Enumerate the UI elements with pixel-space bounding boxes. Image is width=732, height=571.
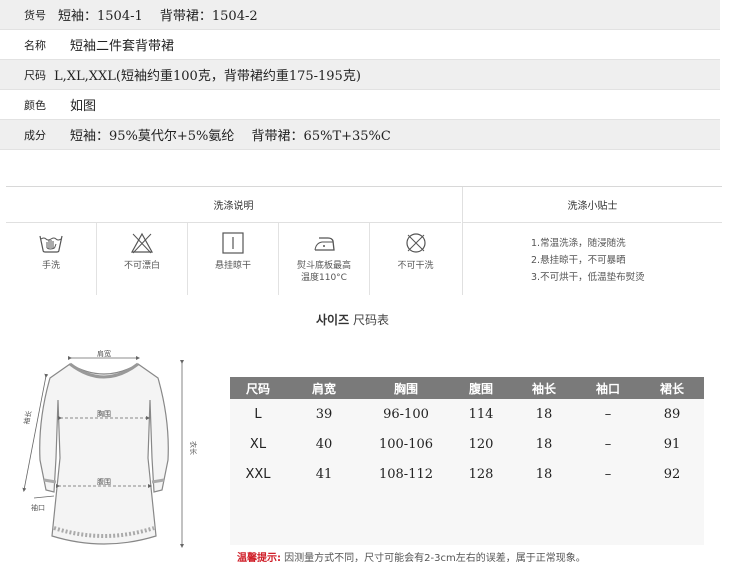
note-prefix: 温馨提示: xyxy=(237,553,281,564)
table-cell: 128 xyxy=(468,466,494,482)
info-row-color: 颜色 如图 xyxy=(0,90,720,120)
wash-label: 不可干洗 xyxy=(397,261,434,271)
wash-cell-no-dry-clean: 不可干洗 xyxy=(370,223,461,295)
table-cell: 40 xyxy=(315,436,333,452)
tip-item: 3.不可烘干，低温垫布熨烫 xyxy=(531,272,645,283)
table-cell: 18 xyxy=(535,406,553,422)
table-cell: 89 xyxy=(663,406,681,422)
table-cell: 108-112 xyxy=(378,466,434,482)
info-value: 短袖二件套背带裙 xyxy=(70,39,175,54)
info-label: 名称 xyxy=(24,38,46,52)
size-chart-title: 사이즈 尺码表 xyxy=(316,313,389,327)
info-row-item-number: 货号 短袖：1504-1 背带裙：1504-2 xyxy=(0,0,720,30)
garment-measurement-diagram: 肩宽 胸围 腹围 袖长 衣长 袖口 xyxy=(22,349,198,548)
info-value: L,XL,XXL(短袖约重100克，背带裙约重175-195克) xyxy=(54,69,361,84)
iron-icon xyxy=(314,237,335,251)
wash-label: 手洗 xyxy=(41,261,60,271)
hang-dry-icon xyxy=(222,232,244,254)
table-cell: XL xyxy=(249,436,267,452)
column-header: 裙长 xyxy=(659,381,684,396)
info-row-name: 名称 短袖二件套背带裙 xyxy=(0,30,720,60)
sleeve-label: 袖长 xyxy=(22,410,34,426)
wash-cell-iron: 熨斗底板最高 温度110°C xyxy=(279,223,370,295)
column-header: 胸围 xyxy=(393,381,418,396)
table-cell: L xyxy=(254,406,262,422)
table-cell: – xyxy=(604,436,612,452)
info-label: 尺码 xyxy=(24,68,46,82)
waist-label: 腹围 xyxy=(97,477,111,486)
info-label: 成分 xyxy=(24,128,46,142)
table-cell: – xyxy=(604,466,612,482)
size-table: 尺码 肩宽 胸围 腹围 袖长 袖口 裙长 L 39 96-100 114 18 … xyxy=(230,377,704,545)
wash-cell-hand-wash: 手洗 xyxy=(6,223,97,295)
info-label: 颜色 xyxy=(24,98,46,112)
wash-cell-hang-dry: 悬挂晾干 xyxy=(188,223,279,295)
table-row: L 39 96-100 114 18 – 89 xyxy=(230,399,704,429)
washing-tips-header: 洗涤小贴士 xyxy=(462,187,722,223)
table-row: XL 40 100-106 120 18 – 91 xyxy=(230,429,704,459)
column-header: 肩宽 xyxy=(311,381,336,396)
info-row-size: 尺码 L,XL,XXL(短袖约重100克，背带裙约重175-195克) xyxy=(0,60,720,90)
table-cell: 120 xyxy=(468,436,494,452)
table-cell: 100-106 xyxy=(378,436,434,452)
column-header: 袖口 xyxy=(595,381,620,396)
shoulder-label: 肩宽 xyxy=(97,349,111,358)
measurement-note: 温馨提示: 因测量方式不同，尺寸可能会有2-3cm左右的误差，属于正常现象。 xyxy=(237,549,586,564)
table-cell: 18 xyxy=(535,436,553,452)
note-text: 因测量方式不同，尺寸可能会有2-3cm左右的误差，属于正常现象。 xyxy=(281,553,586,564)
table-cell: 41 xyxy=(315,466,333,482)
table-cell: 91 xyxy=(663,436,681,452)
info-label: 货号 xyxy=(24,8,46,22)
info-value: 如图 xyxy=(70,99,97,114)
info-row-composition: 成分 短袖：95%莫代尔+5%氨纶 背带裙：65%T+35%C xyxy=(0,120,720,150)
table-row: XXL 41 108-112 128 18 – 92 xyxy=(230,459,704,489)
washing-header: 洗涤说明 xyxy=(6,187,461,223)
tip-item: 1.常温洗涤，随浸随洗 xyxy=(531,238,626,249)
tip-item: 2.悬挂晾干，不可暴晒 xyxy=(531,255,626,266)
cuff-label: 袖口 xyxy=(31,503,45,512)
wash-label: 悬挂晾干 xyxy=(214,261,251,271)
no-bleach-icon xyxy=(130,232,154,254)
table-cell: 92 xyxy=(663,466,681,482)
table-cell: 18 xyxy=(535,466,553,482)
table-cell: XXL xyxy=(245,466,271,482)
table-cell: 39 xyxy=(315,406,333,422)
column-header: 尺码 xyxy=(245,381,270,396)
product-info-table: 货号 短袖：1504-1 背带裙：1504-2 名称 短袖二件套背带裙 尺码 L… xyxy=(0,0,720,150)
no-dry-clean-icon xyxy=(405,233,426,253)
wash-cell-no-bleach: 不可漂白 xyxy=(97,223,188,295)
wash-label: 熨斗底板最高 温度110°C xyxy=(296,261,351,283)
washing-section: 洗涤说明 洗涤小贴士 手洗 不可漂白 悬挂晾干 熨斗底板最高 温度110°C 不… xyxy=(6,186,722,295)
length-label: 衣长 xyxy=(189,441,198,455)
table-cell: – xyxy=(604,406,612,422)
hand-wash-icon xyxy=(39,235,63,253)
table-cell: 114 xyxy=(468,406,494,422)
info-value: 短袖：1504-1 背带裙：1504-2 xyxy=(58,9,258,24)
table-cell: 96-100 xyxy=(383,406,429,422)
wash-label: 不可漂白 xyxy=(123,261,160,271)
washing-tips: 1.常温洗涤，随浸随洗 2.悬挂晾干，不可暴晒 3.不可烘干，低温垫布熨烫 xyxy=(462,223,722,295)
chest-label: 胸围 xyxy=(97,409,111,418)
column-header: 袖长 xyxy=(531,381,556,396)
size-table-header: 尺码 肩宽 胸围 腹围 袖长 袖口 裙长 xyxy=(230,377,704,399)
column-header: 腹围 xyxy=(468,381,493,396)
washing-icons: 手洗 不可漂白 悬挂晾干 熨斗底板最高 温度110°C 不可干洗 xyxy=(6,223,461,295)
info-value: 短袖：95%莫代尔+5%氨纶 背带裙：65%T+35%C xyxy=(70,129,391,144)
